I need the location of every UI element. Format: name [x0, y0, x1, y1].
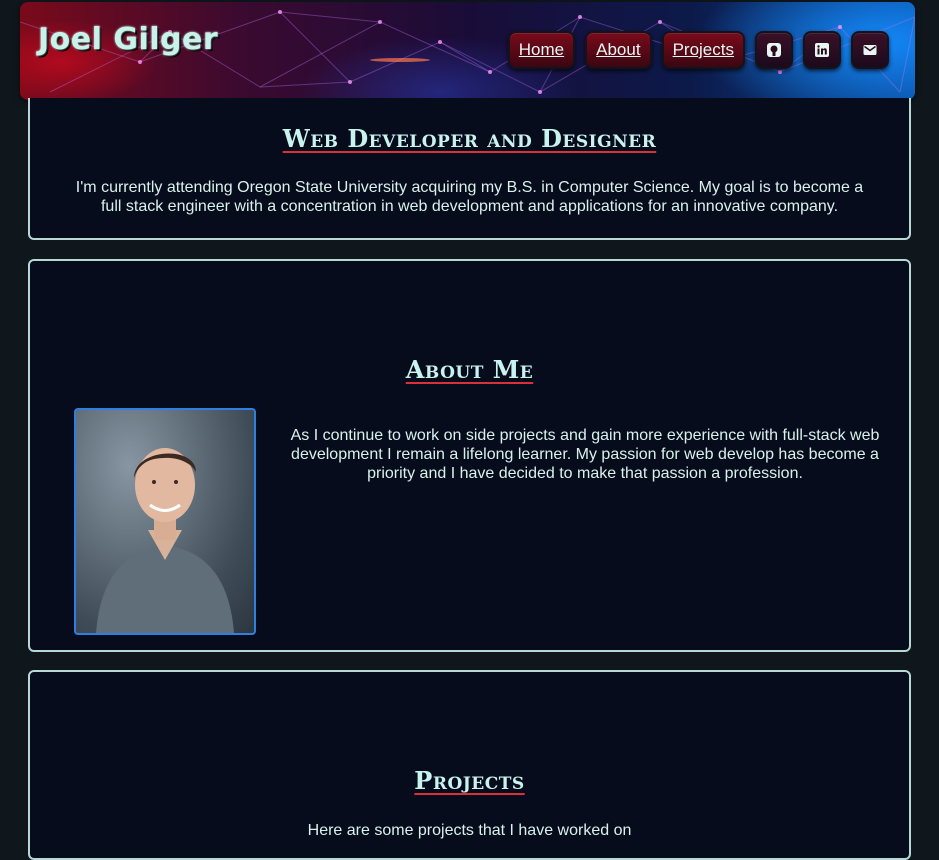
- projects-intro-text: Here are some projects that I have worke…: [307, 822, 632, 839]
- nav-about-link[interactable]: About: [585, 31, 652, 69]
- intro-section: Web Developer and Designer I'm currently…: [28, 98, 911, 240]
- about-heading: About Me: [405, 355, 534, 384]
- site-header: Joel Gilger Home About Projects: [20, 2, 915, 100]
- linkedin-icon: [815, 43, 829, 57]
- site-logo[interactable]: Joel Gilger: [38, 22, 218, 57]
- linkedin-link[interactable]: [803, 31, 841, 69]
- portrait-image: [96, 448, 234, 633]
- github-link[interactable]: [755, 31, 793, 69]
- intro-text: I'm currently attending Oregon State Uni…: [75, 179, 864, 215]
- nav-home-link[interactable]: Home: [507, 31, 576, 69]
- about-text: As I continue to work on side projects a…: [290, 427, 880, 482]
- about-section: About Me As I continue to work on side p…: [28, 259, 911, 652]
- intro-heading: Web Developer and Designer: [282, 124, 657, 153]
- email-icon: [863, 45, 877, 55]
- main-nav: Home About Projects: [507, 31, 889, 69]
- profile-photo: [74, 408, 256, 635]
- projects-heading: Projects: [414, 766, 525, 795]
- email-link[interactable]: [851, 31, 889, 69]
- projects-section: Projects Here are some projects that I h…: [28, 670, 911, 860]
- github-icon: [767, 43, 781, 57]
- nav-projects-link[interactable]: Projects: [661, 31, 745, 69]
